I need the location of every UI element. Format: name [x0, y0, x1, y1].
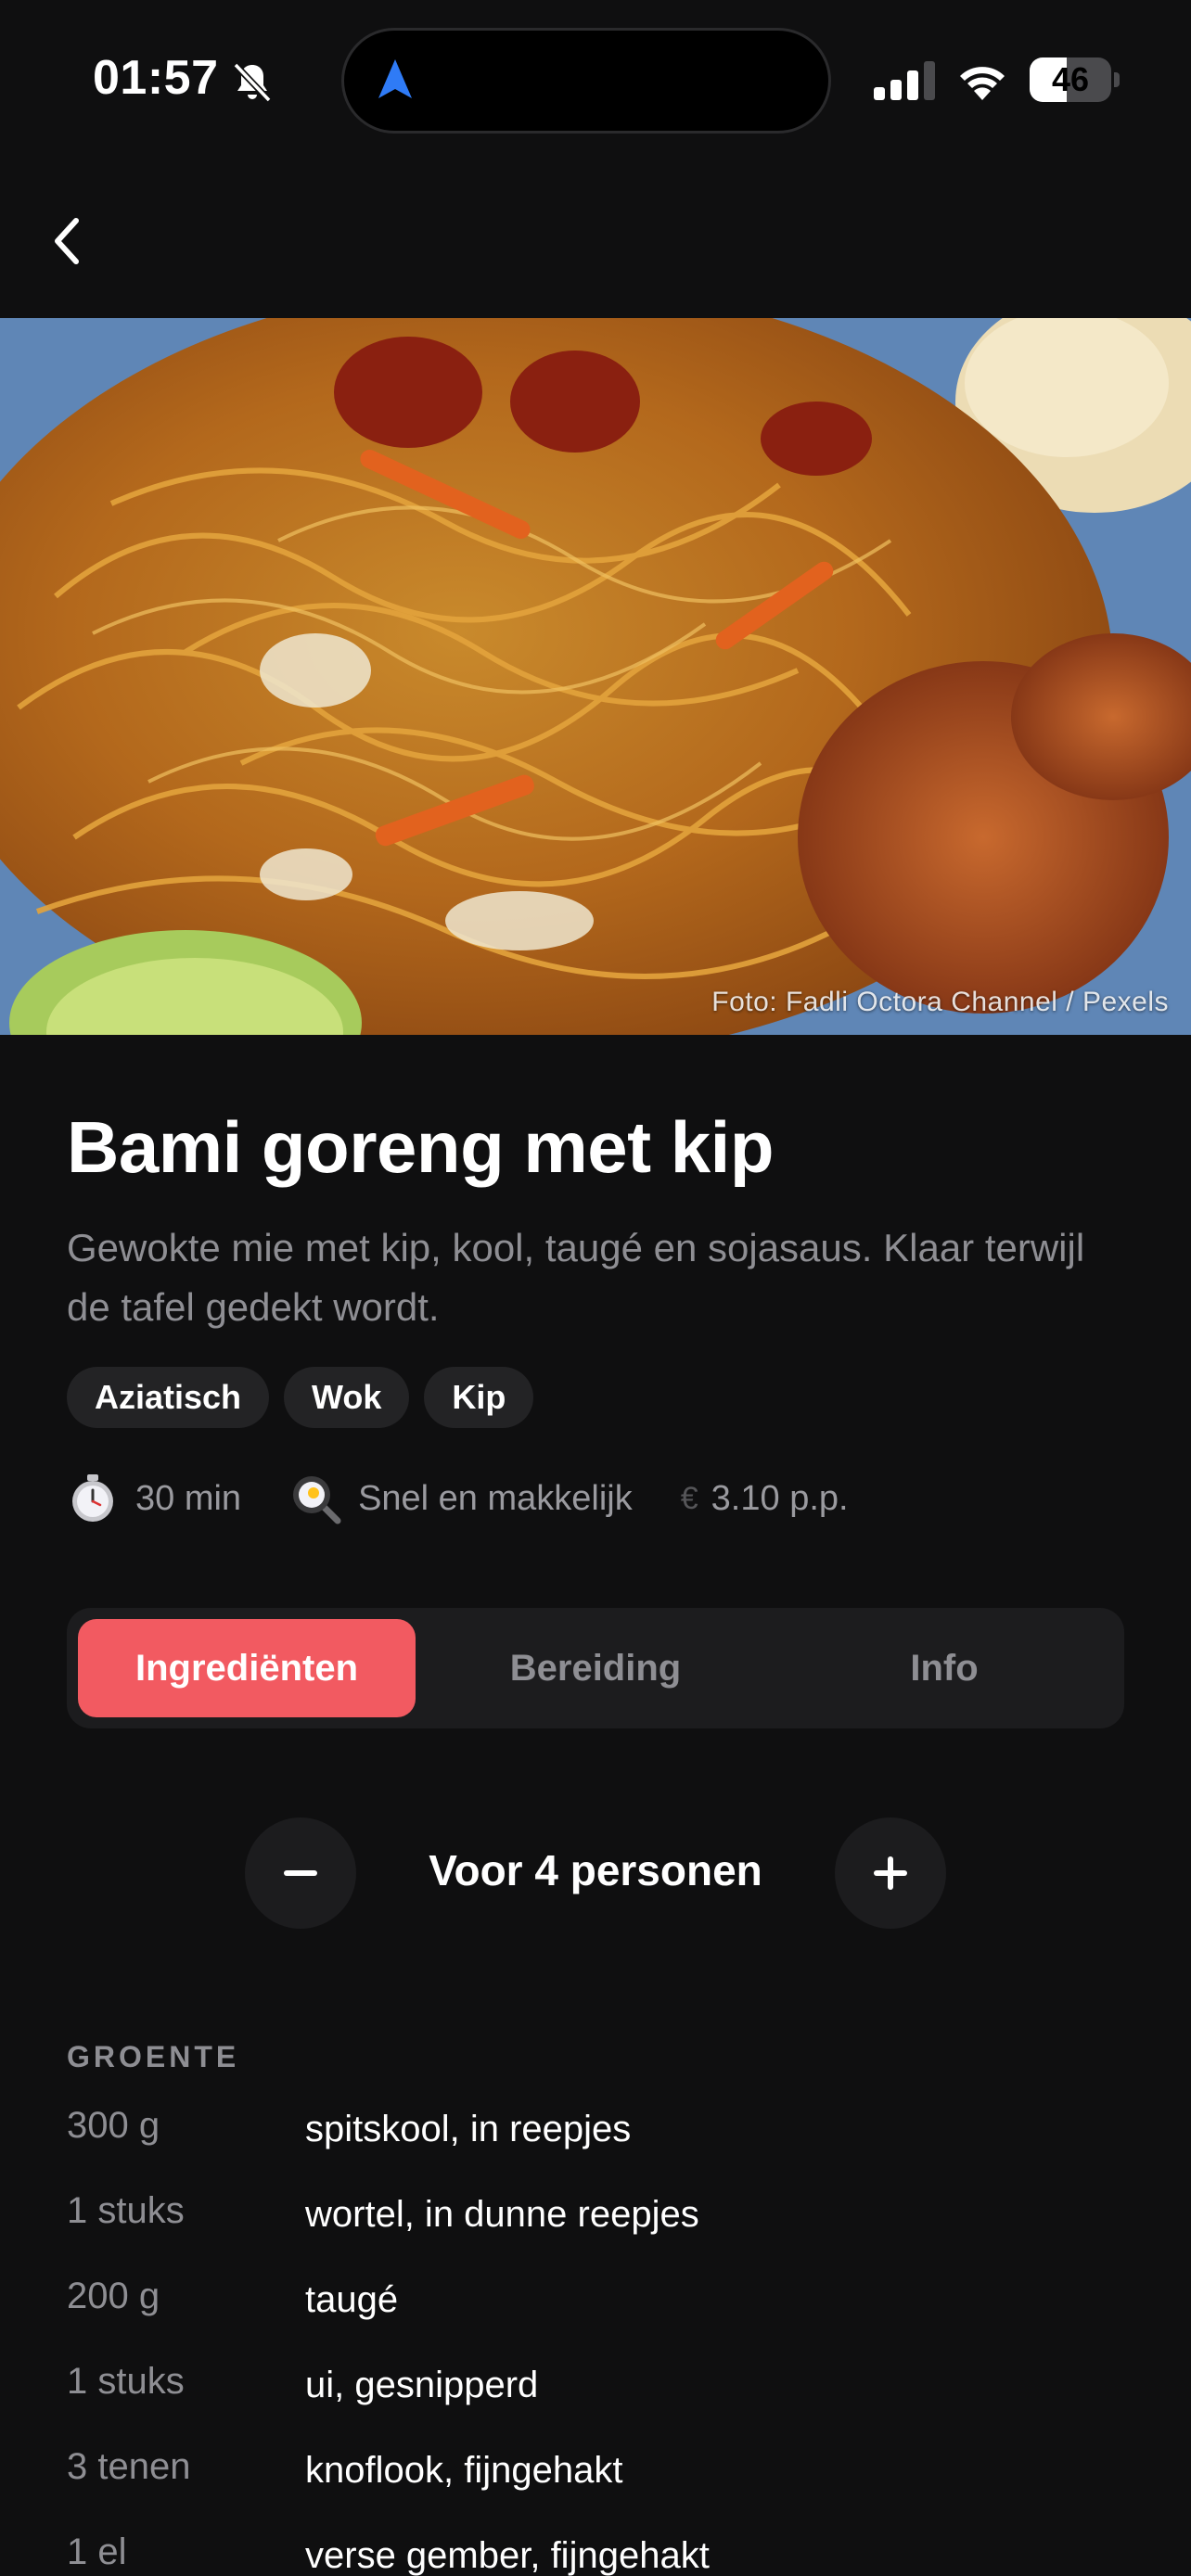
ingredient-row: 1 stuks ui, gesnipperd: [67, 2361, 1161, 2446]
ingredient-section-heading: GROENTE: [67, 2040, 240, 2073]
ingredient-quantity: 1 stuks: [67, 2190, 185, 2231]
meta-time: 30 min: [67, 1473, 241, 1524]
servings-label: Voor 4 personen: [429, 1846, 762, 1894]
plus-icon: [874, 1856, 907, 1890]
recipe-meta: 30 min Snel en makkelijk € 3.10 p.p.: [67, 1469, 897, 1528]
ingredient-row: 200 g taugé: [67, 2276, 1161, 2361]
ingredient-name: ui, gesnipperd: [305, 2365, 539, 2405]
ingredient-row: 1 stuks wortel, in dunne reepjes: [67, 2190, 1161, 2276]
battery-icon: 46: [1030, 57, 1120, 102]
photo-credit: Foto: Fadli Octora Channel / Pexels: [711, 987, 1169, 1017]
signal-icon: [874, 61, 935, 100]
ingredient-quantity: 300 g: [67, 2105, 160, 2146]
ingredient-row: 1 el verse gember, fijngehakt: [67, 2531, 1161, 2576]
recipe-description: Gewokte mie met kip, kool, taugé en soja…: [67, 1226, 1085, 1329]
navigation-arrow-icon: [378, 59, 412, 98]
ingredient-quantity: 200 g: [67, 2276, 160, 2316]
recipe-hero-image: Foto: Fadli Octora Channel / Pexels: [0, 318, 1191, 1035]
wifi-icon: [960, 67, 1005, 100]
status-bar: 01:57 46: [0, 0, 1191, 158]
ingredient-quantity: 1 stuks: [67, 2361, 185, 2402]
recipe-title: Bami goreng met kip: [67, 1106, 774, 1188]
meta-difficulty-text: Snel en makkelijk: [358, 1478, 633, 1518]
meta-price-text: 3.10 p.p.: [711, 1478, 849, 1518]
meta-time-text: 30 min: [135, 1478, 242, 1518]
battery-percent: 46: [1051, 60, 1090, 98]
tag-list: Aziatisch Wok Kip: [67, 1367, 534, 1428]
bell-slash-icon: [233, 62, 272, 103]
tab-info[interactable]: Info: [775, 1619, 1113, 1717]
tag-chip[interactable]: Wok: [284, 1367, 410, 1428]
euro-icon: €: [680, 1480, 698, 1516]
tag-chip[interactable]: Kip: [424, 1367, 534, 1428]
chevron-left-icon: [55, 218, 79, 264]
ingredient-quantity: 3 tenen: [67, 2446, 191, 2487]
status-time: 01:57: [93, 51, 219, 105]
ingredient-quantity: 1 el: [67, 2531, 127, 2572]
ingredient-row: 3 tenen knoflook, fijngehakt: [67, 2446, 1161, 2531]
back-button[interactable]: [52, 204, 108, 278]
meta-difficulty: Snel en makkelijk: [289, 1473, 633, 1524]
ingredient-name: verse gember, fijngehakt: [305, 2535, 710, 2576]
recipe-tabs: Ingrediënten Bereiding Info: [67, 1608, 1124, 1728]
increase-servings-button[interactable]: [835, 1817, 946, 1929]
meta-price: € 3.10 p.p.: [681, 1479, 849, 1519]
tag-chip[interactable]: Aziatisch: [67, 1367, 270, 1428]
ingredient-row: 300 g spitskool, in reepjes: [67, 2105, 1161, 2190]
ingredient-name: knoflook, fijngehakt: [305, 2450, 623, 2491]
frying-pan-icon: [293, 1476, 341, 1524]
ingredient-name: wortel, in dunne reepjes: [305, 2194, 699, 2235]
stopwatch-icon: [72, 1474, 113, 1522]
noodle-dish-illustration: [0, 318, 1191, 1035]
ingredient-name: spitskool, in reepjes: [305, 2109, 632, 2149]
tab-bereiding[interactable]: Bereiding: [427, 1619, 764, 1717]
ingredient-name: taugé: [305, 2279, 399, 2320]
tab-ingredienten[interactable]: Ingrediënten: [78, 1619, 416, 1717]
